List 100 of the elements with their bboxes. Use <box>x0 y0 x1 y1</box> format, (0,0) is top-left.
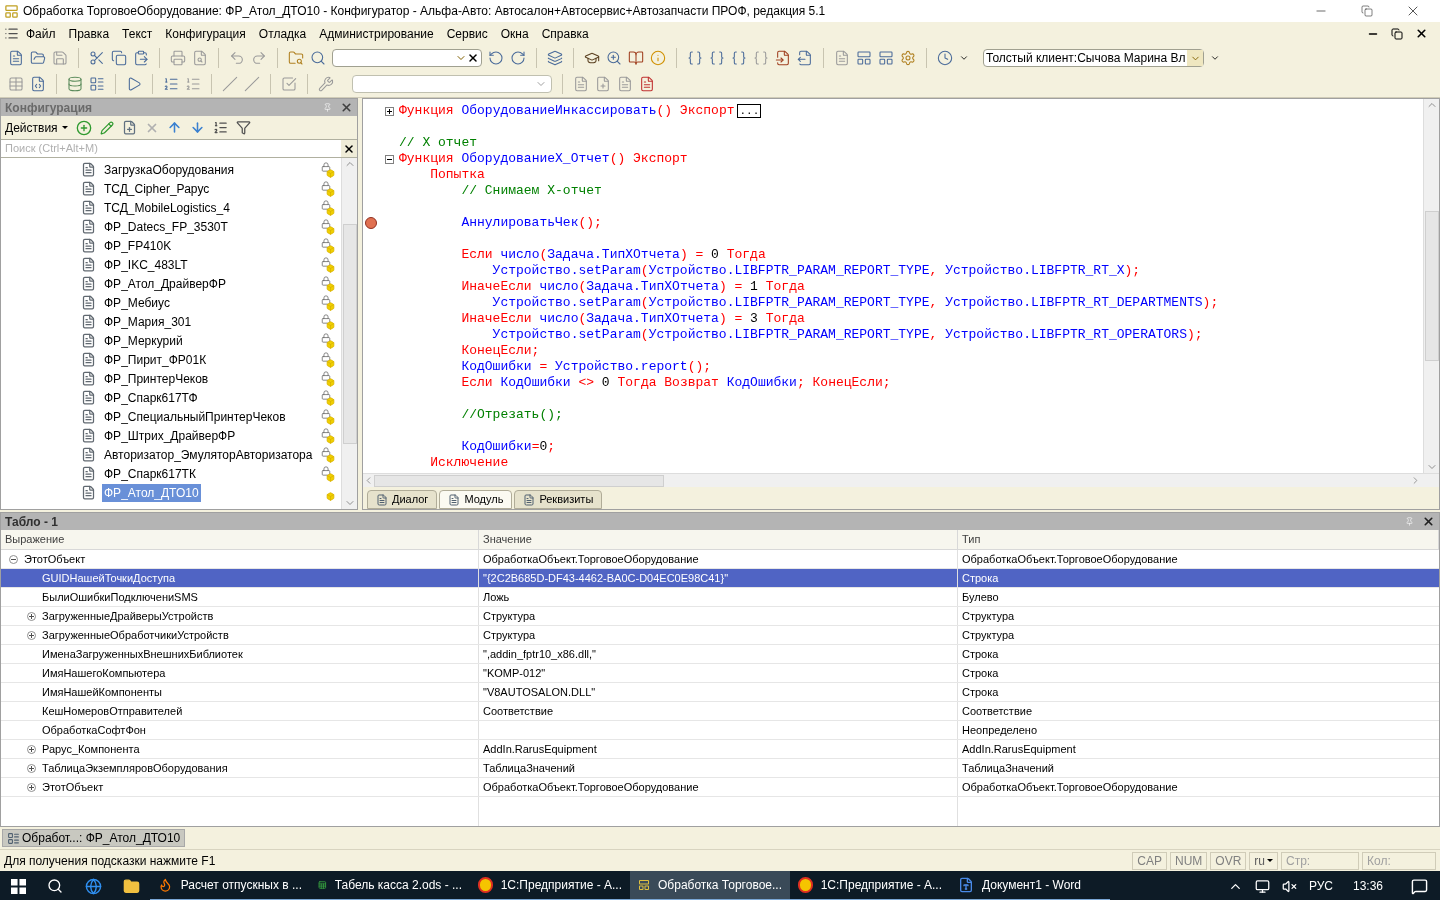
cut-icon[interactable] <box>89 50 105 66</box>
numbering-icon[interactable] <box>163 76 179 92</box>
expand-icon[interactable] <box>27 611 36 621</box>
edit-icon[interactable] <box>99 120 114 135</box>
tree-item[interactable]: ФР_Пирит_ФР01К <box>102 350 209 369</box>
comment-icon[interactable] <box>222 76 238 92</box>
table-row[interactable]: ИменаЗагруженныхВнешнихБиблиотек ",addin_fptr10_x86.dll," Строка <box>1 645 1439 664</box>
zoom-icon[interactable] <box>606 50 622 66</box>
tree-item[interactable]: ФР_IKC_483LT <box>102 255 190 274</box>
preview-icon[interactable] <box>192 50 208 66</box>
tree-item[interactable]: ЗагрузкаОборудования <box>102 160 236 179</box>
timer-icon[interactable] <box>937 50 953 66</box>
expand-icon[interactable] <box>27 744 36 754</box>
find-next-icon[interactable] <box>510 50 526 66</box>
table-row[interactable]: ИмяНашейКомпоненты "V8AUTOSALON.DLL" Строка <box>1 683 1439 702</box>
tree-item[interactable]: ФР_Штрих_ДрайверФР <box>102 426 238 445</box>
scroll-thumb[interactable] <box>374 474 664 487</box>
printer-icon[interactable] <box>170 50 186 66</box>
expand-icon[interactable] <box>27 763 36 773</box>
table-row[interactable]: ЗагруженныеДрайверыУстройств Структура Структура <box>1 607 1439 626</box>
step-over-icon[interactable] <box>709 50 725 66</box>
close-icon[interactable] <box>1422 515 1435 528</box>
tree-item[interactable]: Авторизатор_ЭмуляторАвторизатора <box>102 445 315 464</box>
form-icon[interactable] <box>30 76 46 92</box>
menu-item[interactable]: Файл <box>20 24 62 43</box>
folder-search-icon[interactable] <box>288 50 304 66</box>
horizontal-scrollbar[interactable] <box>363 473 1439 487</box>
client-combo[interactable]: Толстый клиент:Сычова Марина Вл <box>983 49 1205 67</box>
new-document-icon[interactable] <box>8 50 24 66</box>
run-icon[interactable] <box>126 76 142 92</box>
renumber-icon[interactable] <box>185 76 201 92</box>
collapse-icon[interactable] <box>384 154 394 164</box>
expand-icon[interactable] <box>384 106 394 116</box>
scrollbar[interactable] <box>1423 99 1439 473</box>
wizard-icon[interactable] <box>318 76 334 92</box>
tree-item[interactable]: ФР_Мария_301 <box>102 312 194 331</box>
panel-icon[interactable] <box>878 50 894 66</box>
save-icon[interactable] <box>52 50 68 66</box>
clear-icon[interactable] <box>467 52 479 64</box>
tree-item[interactable]: ФР_Меркурий <box>102 331 185 350</box>
paste-icon[interactable] <box>133 50 149 66</box>
redo-icon[interactable] <box>251 50 267 66</box>
gears-icon[interactable] <box>900 50 916 66</box>
step-out-icon[interactable] <box>731 50 747 66</box>
windows-icon[interactable] <box>547 50 563 66</box>
info-icon[interactable] <box>650 50 666 66</box>
clear-search-button[interactable] <box>341 140 357 157</box>
table-row[interactable]: ЗагруженныеОбработчикиУстройств Структура Структура <box>1 626 1439 645</box>
column-header[interactable]: Тип <box>958 530 1439 549</box>
delete-bookmarks-icon[interactable] <box>639 76 655 92</box>
notifications-icon[interactable] <box>1411 877 1428 895</box>
tree-item[interactable]: ФР_FP410K <box>102 236 174 255</box>
table-row[interactable]: ИмяНашегоКомпьютера "KOMP-012" Строка <box>1 664 1439 683</box>
input-language[interactable]: РУС <box>1308 877 1333 895</box>
editor-tab[interactable]: Модуль <box>439 490 513 509</box>
copy-icon[interactable] <box>111 50 127 66</box>
database-icon[interactable] <box>67 76 83 92</box>
tree-item[interactable]: ФР_Datecs_FP_3530T <box>102 217 230 236</box>
move-down-icon[interactable] <box>189 120 205 135</box>
dropdown-icon[interactable] <box>1210 53 1221 63</box>
add-icon[interactable] <box>75 119 92 136</box>
expand-icon[interactable] <box>27 630 36 640</box>
language-selector[interactable]: ru <box>1249 851 1278 870</box>
tree-item[interactable]: ТСД_MobileLogistics_4 <box>102 198 232 217</box>
sort-icon[interactable] <box>212 120 228 135</box>
taskbar-app[interactable]: Обработка Торговое... <box>630 871 790 900</box>
table-row[interactable]: ОбработкаСофтФон Неопределено <box>1 721 1439 740</box>
tree-item[interactable]: ФР_Атол_ДрайверФР <box>102 274 228 293</box>
muted-speaker-icon[interactable] <box>1281 878 1297 894</box>
clock[interactable]: 13:36 <box>1352 877 1383 895</box>
search-field[interactable]: Поиск (Ctrl+Alt+M) <box>1 140 341 157</box>
page-icon[interactable] <box>834 50 850 66</box>
uncomment-icon[interactable] <box>244 76 260 92</box>
tree-item[interactable]: ФР_Мебиус <box>102 293 172 312</box>
tree-item[interactable]: ФР_ПринтерЧеков <box>102 369 211 388</box>
menu-item[interactable]: Правка <box>62 24 116 43</box>
restore-icon[interactable] <box>1391 27 1403 40</box>
table-row[interactable]: GUIDНашейТочкиДоступа "{2C2B685D-DF43-4462-BA0C-D04EC0E98C41}" Строка <box>1 569 1439 588</box>
next-bookmark-icon[interactable] <box>617 76 633 92</box>
menu-item[interactable]: Сервис <box>440 24 494 43</box>
table-row[interactable]: БылиОшибкиПодключениSMS Ложь Булево <box>1 588 1439 607</box>
actions-menu[interactable]: Действия <box>5 118 68 137</box>
find-previous-icon[interactable] <box>488 50 504 66</box>
tree-item[interactable]: ФР_СпециальныйПринтерЧеков <box>102 407 288 426</box>
bookmark-icon[interactable] <box>573 76 589 92</box>
table-row[interactable]: Рарус_Компонента AddIn.RarusEquipment AddIn.RarusEquipment <box>1 740 1439 759</box>
tree-item[interactable]: ФР_Спарк617ТФ <box>102 388 200 407</box>
table-icon[interactable] <box>8 76 24 92</box>
column-header[interactable]: Значение <box>479 530 958 549</box>
collapsed-block[interactable]: ... <box>737 104 762 118</box>
network-icon[interactable] <box>1254 878 1270 894</box>
tree-item[interactable]: ТСД_Cipher_Рарус <box>102 179 212 198</box>
column-header[interactable]: Выражение <box>1 530 479 549</box>
check-icon[interactable] <box>281 76 297 92</box>
editor-tab[interactable]: Диалог <box>367 490 438 509</box>
menu-item[interactable]: Окна <box>494 24 535 43</box>
expand-icon[interactable] <box>27 782 36 792</box>
open-folder-icon[interactable] <box>30 50 46 66</box>
search-icon[interactable] <box>310 50 326 66</box>
tree-item[interactable]: ФР_Спарк617ТК <box>102 464 198 483</box>
